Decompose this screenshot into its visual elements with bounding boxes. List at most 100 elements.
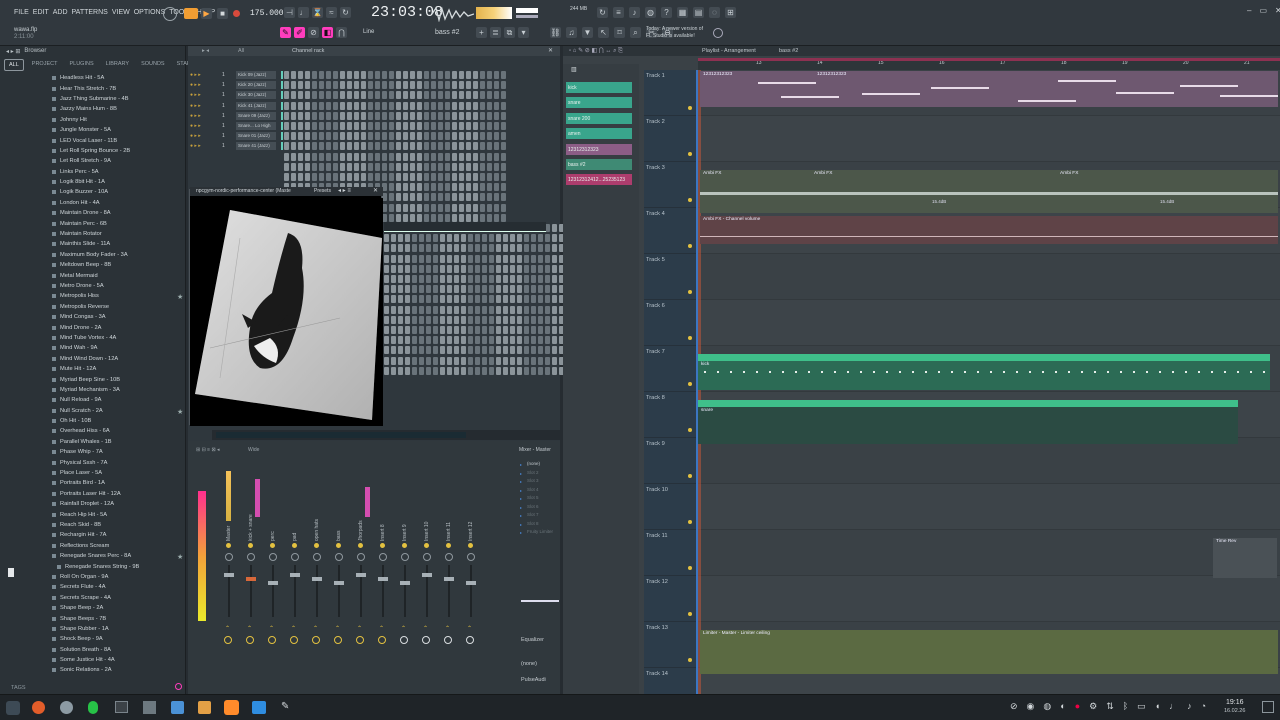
step-button[interactable] [319, 173, 324, 181]
browser-shortcut-icon[interactable]: ⊞ [725, 7, 736, 18]
strip-mute-led-icon[interactable] [248, 543, 253, 548]
browser-item[interactable]: Mind Congas - 3A [52, 312, 182, 322]
step-button[interactable] [396, 132, 401, 141]
step-button[interactable] [382, 132, 387, 141]
step-button[interactable] [398, 346, 403, 355]
step-button[interactable] [417, 213, 422, 222]
step-button[interactable] [333, 71, 338, 79]
step-button[interactable] [417, 81, 422, 90]
step-button[interactable] [389, 183, 394, 192]
track-lane[interactable] [698, 484, 1280, 530]
browser-item[interactable]: Maximum Body Fader - 3A [52, 250, 182, 260]
step-button[interactable] [291, 162, 296, 171]
step-button[interactable] [459, 81, 464, 90]
video-nav-icon[interactable]: ◂ ▸ ≡ [338, 187, 351, 194]
channel-name-button[interactable]: Kick 41 (Jazz) [236, 101, 276, 110]
step-button[interactable] [347, 162, 352, 171]
snap-tool-icon[interactable]: ⊣ [284, 7, 295, 18]
step-button[interactable] [440, 346, 445, 355]
channel-name-button[interactable]: Snare 09 (Jazz) [236, 111, 276, 120]
channel-rack-shortcut-icon[interactable]: ▦ [677, 7, 688, 18]
pattern-song-toggle[interactable] [184, 8, 198, 19]
step-button[interactable] [452, 71, 457, 79]
send-arrow-icon[interactable]: ⌃ [445, 625, 450, 632]
step-button[interactable] [433, 346, 438, 355]
step-button[interactable] [384, 275, 389, 283]
step-button[interactable] [433, 275, 438, 283]
channel-name-button[interactable]: Kick 30 (Jazz) [236, 91, 276, 100]
step-button[interactable] [487, 193, 492, 202]
step-button[interactable] [389, 122, 394, 130]
step-button[interactable] [489, 336, 494, 345]
step-button[interactable] [496, 275, 501, 283]
step-button[interactable] [389, 213, 394, 222]
step-button[interactable] [361, 162, 366, 171]
step-button[interactable] [417, 183, 422, 192]
step-button[interactable] [524, 336, 529, 345]
step-button[interactable] [410, 142, 415, 151]
step-button[interactable] [426, 346, 431, 355]
step-button[interactable] [375, 81, 380, 90]
step-button[interactable] [389, 81, 394, 90]
step-button[interactable] [489, 326, 494, 334]
step-button[interactable] [454, 346, 459, 355]
fader-handle[interactable] [378, 577, 388, 581]
step-button[interactable] [384, 346, 389, 355]
send-arrow-icon[interactable]: ⌃ [335, 625, 340, 632]
channel-led-icon[interactable]: ● ▸ ▸ [190, 82, 201, 88]
browser-item[interactable]: Solution Breath - 8A [52, 644, 182, 654]
step-button[interactable] [531, 326, 536, 334]
step-button[interactable] [419, 305, 424, 314]
step-button[interactable] [340, 173, 345, 181]
step-button[interactable] [405, 295, 410, 304]
step-button[interactable] [510, 346, 515, 355]
step-button[interactable] [482, 234, 487, 243]
step-button[interactable] [475, 346, 480, 355]
step-button[interactable] [384, 254, 389, 263]
step-button[interactable] [510, 295, 515, 304]
step-button[interactable] [438, 203, 443, 212]
step-button[interactable] [405, 254, 410, 263]
step-button[interactable] [412, 366, 417, 375]
step-button[interactable] [398, 285, 403, 294]
step-button[interactable] [445, 152, 450, 161]
channel-volume-bar[interactable] [281, 132, 283, 141]
firefox-icon[interactable] [32, 701, 45, 714]
step-button[interactable] [333, 132, 338, 141]
step-button[interactable] [496, 346, 501, 355]
step-button[interactable] [501, 101, 506, 110]
fx-slot[interactable]: ▸ Fruity Limiter [518, 529, 558, 538]
tray-record-icon[interactable]: ● [1075, 701, 1080, 712]
browser-item[interactable]: Renegade Snares Perc - 8A [52, 551, 182, 561]
step-button[interactable] [454, 244, 459, 253]
step-button[interactable] [326, 173, 331, 181]
pan-knob[interactable] [423, 553, 431, 561]
step-button[interactable] [438, 183, 443, 192]
step-button[interactable] [417, 203, 422, 212]
step-button[interactable] [426, 295, 431, 304]
step-button[interactable] [496, 295, 501, 304]
step-button[interactable] [405, 234, 410, 243]
step-button[interactable] [445, 111, 450, 120]
channel-led-icon[interactable]: ● ▸ ▸ [190, 133, 201, 139]
step-button[interactable] [389, 101, 394, 110]
step-button[interactable] [312, 81, 317, 90]
step-button[interactable] [452, 142, 457, 151]
step-button[interactable] [552, 305, 557, 314]
browser-item[interactable]: Oh Hit - 10B [52, 416, 182, 426]
step-button[interactable] [403, 81, 408, 90]
step-button[interactable] [473, 152, 478, 161]
step-button[interactable] [466, 101, 471, 110]
step-button[interactable] [291, 152, 296, 161]
step-button[interactable] [431, 213, 436, 222]
step-button[interactable] [494, 71, 499, 79]
pattern-plus-icon[interactable]: + [476, 27, 487, 38]
step-button[interactable] [391, 326, 396, 334]
step-button[interactable] [503, 295, 508, 304]
step-button[interactable] [475, 336, 480, 345]
pan-knob[interactable] [445, 553, 453, 561]
step-button[interactable] [312, 132, 317, 141]
step-button[interactable] [375, 122, 380, 130]
pattern-clip-item[interactable]: snare [566, 97, 632, 109]
step-button[interactable] [545, 264, 550, 273]
